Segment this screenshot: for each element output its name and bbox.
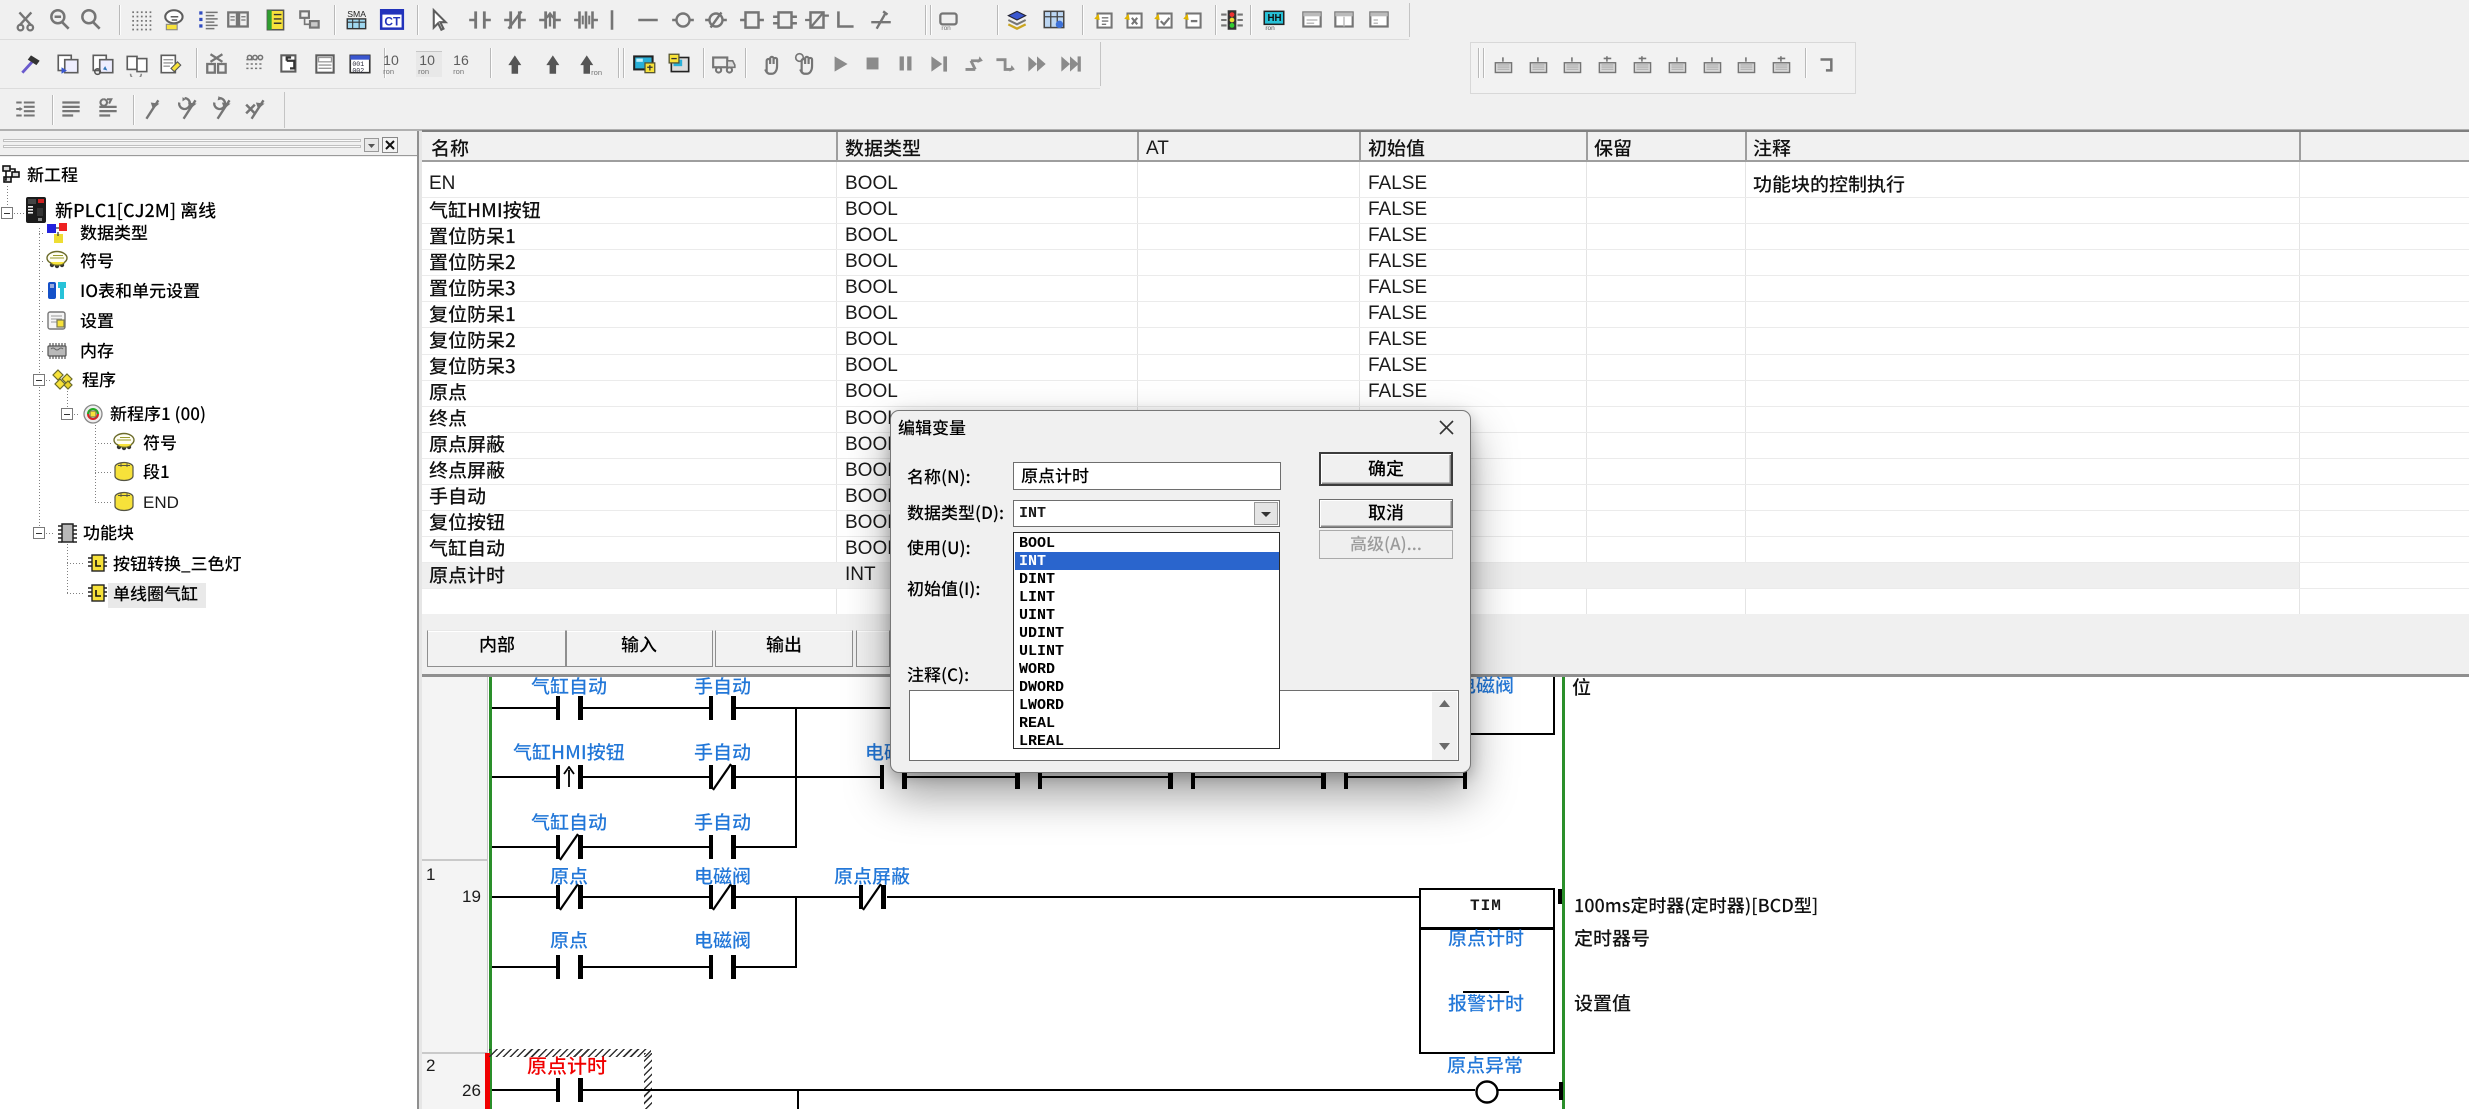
svg-text:16: 16 (453, 52, 469, 68)
svg-text:10: 10 (419, 52, 435, 68)
svg-text:HH: HH (1268, 13, 1282, 24)
svg-text:ron: ron (383, 67, 394, 76)
svg-text:ron: ron (418, 67, 429, 76)
svg-text:10: 10 (383, 52, 399, 68)
svg-text:ron: ron (591, 68, 602, 77)
svg-text:CT: CT (384, 14, 401, 28)
svg-text:ron: ron (941, 25, 951, 32)
svg-text:ron: ron (1265, 25, 1275, 32)
svg-text:SMA: SMA (347, 9, 366, 19)
svg-text:ron: ron (453, 67, 464, 76)
svg-text:002: 002 (352, 68, 364, 75)
